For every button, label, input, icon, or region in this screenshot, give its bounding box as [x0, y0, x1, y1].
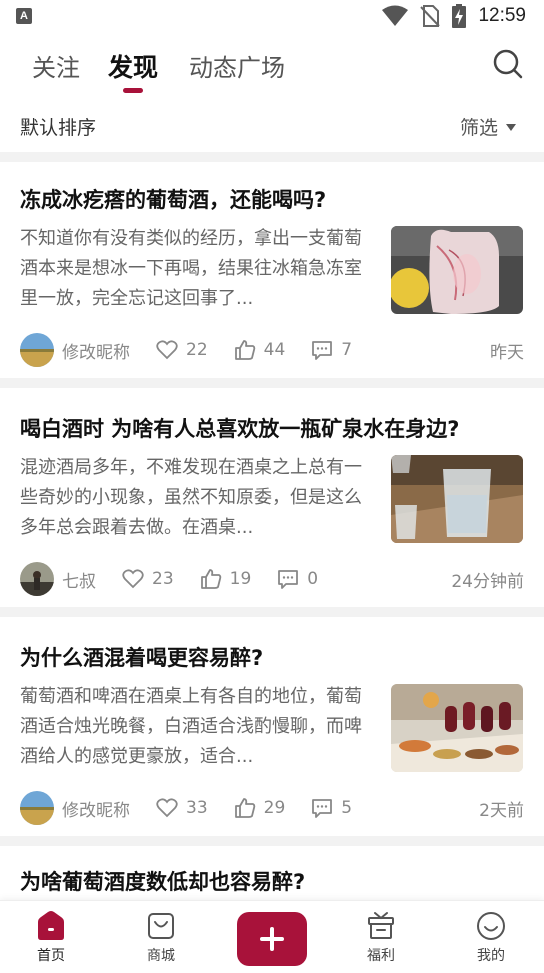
comment-count: 7: [341, 340, 353, 360]
gift-box-icon: [368, 912, 394, 939]
article-card[interactable]: 喝白酒时 为啥有人总喜欢放一瓶矿泉水在身边? 混迹酒局多年，不难发现在酒桌之上总…: [0, 391, 544, 611]
comment-icon: [278, 570, 299, 589]
wifi-icon: [382, 5, 409, 26]
divider: [0, 836, 544, 846]
like-count: 33: [186, 798, 208, 818]
smiley-icon: [477, 912, 505, 940]
divider: [0, 607, 544, 617]
nav-label-welfare: 福利: [367, 948, 395, 964]
add-post-button[interactable]: [237, 912, 307, 966]
nav-label-home: 首页: [37, 948, 65, 964]
article-title[interactable]: 为什么酒混着喝更容易醉?: [20, 642, 263, 672]
article-meta: 七叔 23 19 0 24分钟前: [20, 561, 524, 597]
like-stat[interactable]: 33: [156, 798, 208, 818]
bottom-nav: 首页 商城 福利 我的: [0, 900, 544, 973]
article-meta: 修改昵称 22 44 7 昨天: [20, 332, 524, 368]
comment-stat[interactable]: 7: [311, 340, 352, 360]
clock: 12:59: [478, 5, 526, 26]
nav-mall[interactable]: 商城: [131, 911, 191, 965]
comment-count: 0: [307, 569, 319, 589]
comment-count: 5: [341, 798, 353, 818]
search-icon[interactable]: [492, 48, 524, 80]
thumbs-up-count: 19: [229, 569, 252, 589]
post-time: 昨天: [490, 342, 524, 363]
status-icons: 12:59: [382, 4, 526, 28]
nav-home[interactable]: 首页: [21, 911, 81, 965]
thumbs-up-stat[interactable]: 44: [234, 339, 286, 361]
author-name[interactable]: 修改昵称: [62, 796, 130, 821]
like-stat[interactable]: 22: [156, 340, 208, 360]
status-bar: A 12:59: [0, 0, 544, 32]
thumbs-up-count: 29: [263, 798, 286, 818]
thumbs-up-stat[interactable]: 19: [200, 568, 252, 590]
thumbs-up-count: 44: [263, 340, 286, 360]
thumbs-up-stat[interactable]: 29: [234, 797, 286, 819]
battery-charging-icon: [452, 4, 467, 28]
article-excerpt: 混迹酒局多年，不难发现在酒桌之上总有一些奇妙的小现象，虽然不知原委，但是这么多年…: [20, 457, 362, 538]
comment-icon: [312, 799, 333, 818]
article-thumbnail[interactable]: [391, 684, 523, 772]
top-tab-bar: 关注 发现 动态广场: [0, 44, 544, 93]
thumbs-up-icon: [234, 340, 255, 360]
avatar[interactable]: [20, 562, 54, 596]
comment-icon: [312, 341, 333, 360]
sort-bar: 默认排序 筛选: [0, 104, 544, 148]
article-title[interactable]: 冻成冰疙瘩的葡萄酒，还能喝吗?: [20, 184, 326, 214]
comment-stat[interactable]: 0: [277, 569, 318, 589]
heart-icon: [156, 340, 178, 360]
article-excerpt: 葡萄酒和啤酒在酒桌上有各自的地位，葡萄酒适合烛光晚餐，白酒适合浅酌慢聊，而啤酒给…: [20, 686, 362, 767]
like-count: 23: [152, 569, 174, 589]
app-notification-icon: A: [16, 8, 32, 24]
nav-label-mall: 商城: [147, 948, 175, 964]
heart-icon: [122, 569, 144, 589]
thumbs-up-icon: [200, 569, 221, 589]
nav-label-profile: 我的: [477, 948, 505, 964]
thumbs-up-icon: [234, 798, 255, 818]
sort-dropdown[interactable]: 默认排序: [20, 113, 96, 140]
article-thumbnail[interactable]: [391, 226, 523, 314]
article-card[interactable]: 为什么酒混着喝更容易醉? 葡萄酒和啤酒在酒桌上有各自的地位，葡萄酒适合烛光晚餐，…: [0, 620, 544, 840]
plus-icon: [260, 927, 284, 951]
filter-button[interactable]: 筛选: [460, 113, 516, 140]
divider: [0, 152, 544, 162]
post-time: 24分钟前: [451, 571, 524, 592]
divider: [0, 378, 544, 388]
avatar[interactable]: [20, 791, 54, 825]
article-title[interactable]: 喝白酒时 为啥有人总喜欢放一瓶矿泉水在身边?: [20, 413, 460, 443]
author-name[interactable]: 七叔: [62, 567, 96, 592]
tab-follow[interactable]: 关注: [32, 48, 80, 83]
author-name[interactable]: 修改昵称: [62, 338, 130, 363]
article-excerpt: 不知道你有没有类似的经历，拿出一支葡萄酒本来是想冰一下再喝，结果往冰箱急冻室里一…: [20, 228, 362, 309]
article-meta: 修改昵称 33 29 5 2天前: [20, 790, 524, 826]
caret-down-icon: [506, 124, 516, 131]
home-icon: [38, 911, 64, 940]
article-card[interactable]: 冻成冰疙瘩的葡萄酒，还能喝吗? 不知道你有没有类似的经历，拿出一支葡萄酒本来是想…: [0, 162, 544, 382]
post-time: 2天前: [479, 800, 524, 821]
avatar[interactable]: [20, 333, 54, 367]
filter-label: 筛选: [459, 117, 498, 139]
shopping-bag-icon: [148, 913, 174, 939]
active-tab-indicator: [123, 88, 143, 93]
like-stat[interactable]: 23: [122, 569, 174, 589]
no-sim-icon: [420, 5, 441, 27]
nav-welfare[interactable]: 福利: [351, 911, 411, 965]
comment-stat[interactable]: 5: [311, 798, 352, 818]
article-title[interactable]: 为啥葡萄酒度数低却也容易醉?: [20, 866, 305, 896]
like-count: 22: [186, 340, 208, 360]
article-thumbnail[interactable]: [391, 455, 523, 543]
heart-icon: [156, 798, 178, 818]
nav-profile[interactable]: 我的: [461, 911, 521, 965]
tab-plaza[interactable]: 动态广场: [189, 48, 285, 83]
tab-discover[interactable]: 发现: [108, 48, 158, 84]
